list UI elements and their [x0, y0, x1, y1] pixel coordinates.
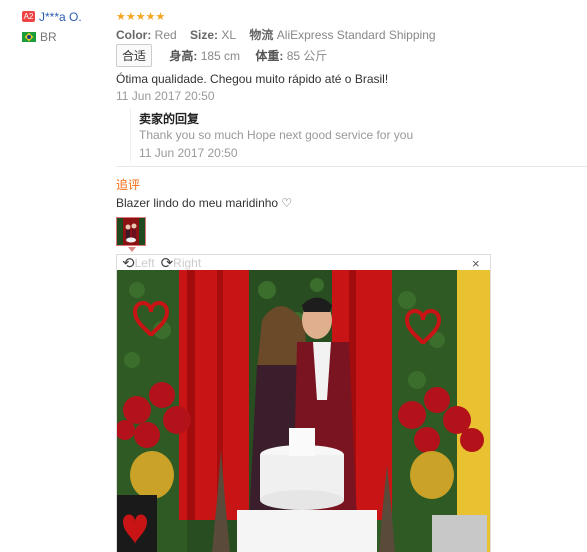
- rotate-right-label[interactable]: Right: [173, 256, 201, 270]
- logistics-label: 物流: [249, 28, 274, 42]
- fit-tag: 合适: [116, 44, 153, 67]
- weight-value: 85 公斤: [286, 49, 328, 63]
- followup-text: Blazer lindo do meu maridinho ♡: [116, 196, 293, 210]
- section-divider: [116, 166, 587, 167]
- star-rating: ★★★★★: [116, 11, 166, 23]
- reviewer-name[interactable]: J***a O.: [39, 10, 82, 24]
- followup-title: 追评: [116, 178, 141, 192]
- photo-thumbnail[interactable]: [116, 217, 146, 246]
- reviewer-info: A2 J***a O. BR: [22, 9, 107, 44]
- seller-reply-title: 卖家的回复: [139, 112, 200, 126]
- size-label: Size:: [190, 28, 219, 42]
- weight-label: 体重:: [255, 49, 284, 63]
- review-text: Ótima qualidade. Chegou muito rápido até…: [116, 72, 389, 86]
- thumbnail-pointer: [128, 247, 136, 252]
- level-badge: A2: [22, 11, 35, 23]
- fit-info: 合适 身高: 185 cm 体重: 85 公斤: [116, 44, 327, 67]
- color-label: Color:: [116, 28, 152, 42]
- color-value: Red: [154, 28, 177, 42]
- size-value: XL: [221, 28, 237, 42]
- height-label: 身高:: [169, 49, 198, 63]
- logistics-value: AliExpress Standard Shipping: [276, 28, 436, 42]
- review-date: 11 Jun 2017 20:50: [116, 89, 215, 103]
- reply-divider: [130, 108, 131, 162]
- rotate-left-label[interactable]: Left: [135, 256, 155, 270]
- review-photo: [117, 270, 490, 552]
- order-attributes: Color: Red Size: XL 物流 AliExpress Standa…: [116, 26, 436, 43]
- seller-reply-text: Thank you so much Hope next good service…: [139, 128, 414, 142]
- seller-reply-date: 11 Jun 2017 20:50: [139, 146, 238, 160]
- reviewer-country: BR: [40, 29, 57, 44]
- close-button[interactable]: ×: [472, 256, 480, 271]
- height-value: 185 cm: [200, 49, 241, 63]
- viewer-toolbar: ⟲Left ⟳Right: [122, 254, 207, 272]
- brazil-flag-icon: [22, 31, 36, 42]
